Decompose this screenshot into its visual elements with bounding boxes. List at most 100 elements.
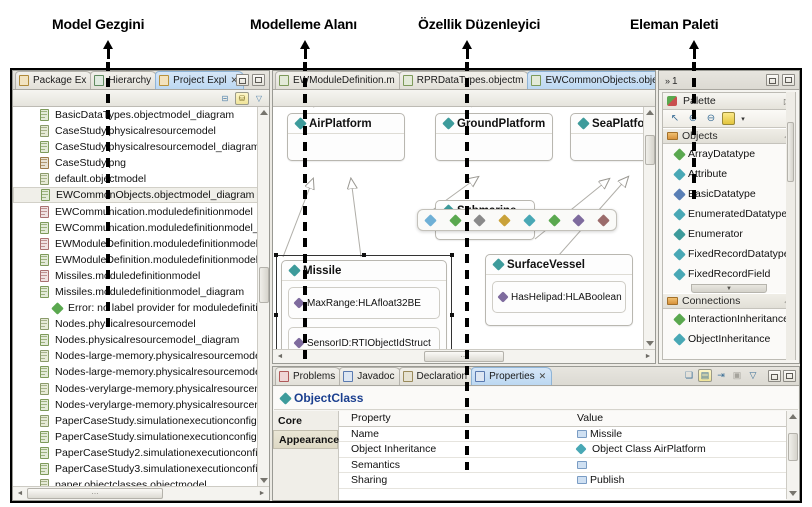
tree-item[interactable]: Missiles.moduledefinitionmodel <box>13 268 269 284</box>
explorer-vertical-scrollbar[interactable] <box>257 107 269 486</box>
tree-item[interactable]: EWCommonObjects.objectmodel_diagram <box>13 187 269 204</box>
canvas-horizontal-scrollbar[interactable]: ◄ ⋯ ► <box>273 349 655 363</box>
properties-side-tabs[interactable]: Core Appearance <box>273 411 339 500</box>
view-menu-button[interactable]: ▽ <box>746 369 760 382</box>
zoom-out-tool[interactable]: ⊖ <box>704 112 718 126</box>
tree-error-item[interactable]: Error: no label provider for moduledefin… <box>13 300 269 316</box>
node-member[interactable]: HasHelipad:HLABoolean <box>492 281 626 313</box>
hscroll-right-arrow[interactable]: ► <box>255 490 269 497</box>
tree-item[interactable]: PaperCaseStudy.simulationexecutionconfig… <box>13 429 269 445</box>
select-tool[interactable]: ↖ <box>668 112 682 126</box>
selection-handle[interactable] <box>274 313 278 317</box>
properties-row[interactable]: Name Missile <box>339 427 786 442</box>
properties-row[interactable]: Object Inheritance Object Class AirPlatfo… <box>339 442 786 458</box>
collapse-all-button[interactable]: ⊟ <box>218 92 232 105</box>
palette-item-objectinheritance[interactable]: ObjectInheritance <box>663 329 795 349</box>
palette-overflow-indicator[interactable]: » 1 <box>659 72 678 89</box>
tree-item[interactable]: CaseStudy.physicalresourcemodel_diagram <box>13 139 269 155</box>
property-value-cell[interactable]: Publish <box>573 474 786 486</box>
tree-item[interactable]: EWCommunication.moduledefinitionmodel_di… <box>13 220 269 236</box>
show-categories-button[interactable]: ▤ <box>698 369 712 382</box>
diagram-node-groundplatform[interactable]: GroundPlatform <box>435 113 553 161</box>
selection-handle[interactable] <box>362 253 366 257</box>
explorer-hscroll-thumb[interactable]: ⋯ <box>27 488 163 499</box>
tree-item[interactable]: EWModuleDefinition.moduledefinitionmodel <box>13 236 269 252</box>
palette-item-attribute[interactable]: Attribute <box>663 164 795 184</box>
palette-item-2[interactable] <box>448 213 462 227</box>
palette-item-1[interactable] <box>424 213 437 227</box>
properties-vertical-scrollbar[interactable] <box>786 411 798 499</box>
canvas-scroll-up-arrow[interactable] <box>646 110 654 115</box>
canvas-hscroll-left-arrow[interactable]: ◄ <box>273 353 287 360</box>
pin-properties-button[interactable]: ⇥ <box>714 369 728 382</box>
new-properties-view-button[interactable]: ❏ <box>682 369 696 382</box>
tree-item[interactable]: paper.objectclasses.objectmodel <box>13 477 269 486</box>
tree-item[interactable]: Nodes-verylarge-memory.physicalresourcem… <box>13 381 269 397</box>
palette-item-fixedrecorddatatype[interactable]: FixedRecordDatatype <box>663 244 795 264</box>
property-value-cell[interactable] <box>573 460 786 469</box>
property-value-cell[interactable]: Missile <box>573 428 786 440</box>
properties-maximize-button[interactable] <box>783 369 796 382</box>
explorer-tab-package-ex[interactable]: Package Ex <box>15 71 93 89</box>
restore-defaults-button[interactable]: ▣ <box>730 369 744 382</box>
floating-mini-palette[interactable] <box>417 209 617 231</box>
tree-item[interactable]: EWModuleDefinition.moduledefinitionmodel… <box>13 252 269 268</box>
scroll-down-arrow[interactable] <box>260 478 268 483</box>
canvas-hscroll-thumb[interactable]: ⋯ <box>424 351 504 362</box>
properties-tab-properties[interactable]: Properties ✕ <box>471 367 553 385</box>
palette-item-basicdatatype[interactable]: BasicDatatype <box>663 184 795 204</box>
node-member[interactable]: SensorID:RTIObjectIdStruct <box>288 327 440 349</box>
hscroll-left-arrow[interactable]: ◄ <box>13 490 27 497</box>
explorer-scroll-thumb[interactable] <box>259 267 269 303</box>
explorer-tab-project-expl[interactable]: Project Expl ✕ <box>155 71 245 89</box>
tree-item[interactable]: Nodes-large-memory.physicalresourcemodel <box>13 348 269 364</box>
palette-maximize-button[interactable] <box>782 74 795 86</box>
properties-tab-javadoc[interactable]: Javadoc <box>339 367 401 385</box>
tree-item[interactable]: Nodes-verylarge-memory.physicalresourcem… <box>13 397 269 413</box>
palette-item-enumerateddatatype[interactable]: EnumeratedDatatype <box>663 204 795 224</box>
selection-handle[interactable] <box>450 313 454 317</box>
tree-item[interactable]: PaperCaseStudy.simulationexecutionconfig… <box>13 413 269 429</box>
tree-item[interactable]: EWCommunication.moduledefinitionmodel <box>13 203 269 219</box>
explorer-maximize-button[interactable] <box>252 74 265 86</box>
properties-scroll-thumb[interactable] <box>788 433 798 461</box>
palette-item-8[interactable] <box>597 213 610 227</box>
palette-item-fixedrecordfield[interactable]: FixedRecordField <box>663 264 795 284</box>
diagram-node-surfacevessel[interactable]: SurfaceVessel HasHelipad:HLABoolean <box>485 254 633 326</box>
palette-group-connections[interactable]: Connections⇔ <box>663 293 795 309</box>
column-header-value[interactable]: Value <box>573 412 786 424</box>
canvas-vertical-scrollbar[interactable] <box>643 107 655 349</box>
tree-item[interactable]: PaperCaseStudy3.simulationexecutionconfi… <box>13 461 269 477</box>
column-header-property[interactable]: Property <box>339 412 573 424</box>
properties-side-tab-core[interactable]: Core <box>273 411 338 430</box>
palette-scroll-more-button[interactable]: ▼ <box>691 284 767 293</box>
palette-item-6[interactable] <box>547 213 561 227</box>
properties-scroll-up-arrow[interactable] <box>789 414 797 419</box>
tree-item[interactable]: PaperCaseStudy2.simulationexecutionconfi… <box>13 445 269 461</box>
tree-item[interactable]: Missiles.moduledefinitionmodel_diagram <box>13 284 269 300</box>
palette-minimize-button[interactable] <box>766 74 779 86</box>
diagram-canvas[interactable]: AirPlatformGroundPlatformSeaPlatformSubm… <box>273 107 655 349</box>
tree-item[interactable]: default.objectmodel <box>13 171 269 187</box>
explorer-horizontal-scrollbar[interactable]: ◄ ⋯ ► <box>13 486 269 500</box>
tree-item[interactable]: Nodes.physicalresourcemodel_diagram <box>13 332 269 348</box>
editor-tab-ewmoduledefinition-m[interactable]: EWModuleDefinition.m <box>275 71 401 89</box>
selection-handle[interactable] <box>274 253 278 257</box>
scroll-up-arrow[interactable] <box>260 110 268 115</box>
link-with-editor-button[interactable]: ⛁ <box>235 91 249 105</box>
properties-side-tab-appearance[interactable]: Appearance <box>273 430 339 449</box>
palette-item-5[interactable] <box>523 213 536 227</box>
note-dropdown[interactable]: ▾ <box>739 112 747 126</box>
explorer-tab-hierarchy[interactable]: Hierarchy <box>90 71 158 89</box>
palette-scroll-thumb[interactable] <box>787 122 794 182</box>
canvas-hscroll-right-arrow[interactable]: ► <box>641 353 655 360</box>
properties-scroll-down-arrow[interactable] <box>789 491 797 496</box>
palette-item-4[interactable] <box>498 213 511 227</box>
view-menu-button[interactable]: ▽ <box>252 92 266 105</box>
property-value-cell[interactable]: Object Class AirPlatform <box>573 443 786 455</box>
properties-tab-problems[interactable]: Problems <box>275 367 342 385</box>
node-member[interactable]: MaxRange:HLAfloat32BE <box>288 287 440 319</box>
palette-item-interactioninheritance[interactable]: InteractionInheritance <box>663 309 795 329</box>
properties-row[interactable]: Semantics <box>339 458 786 473</box>
palette-item-enumerator[interactable]: Enumerator <box>663 224 795 244</box>
